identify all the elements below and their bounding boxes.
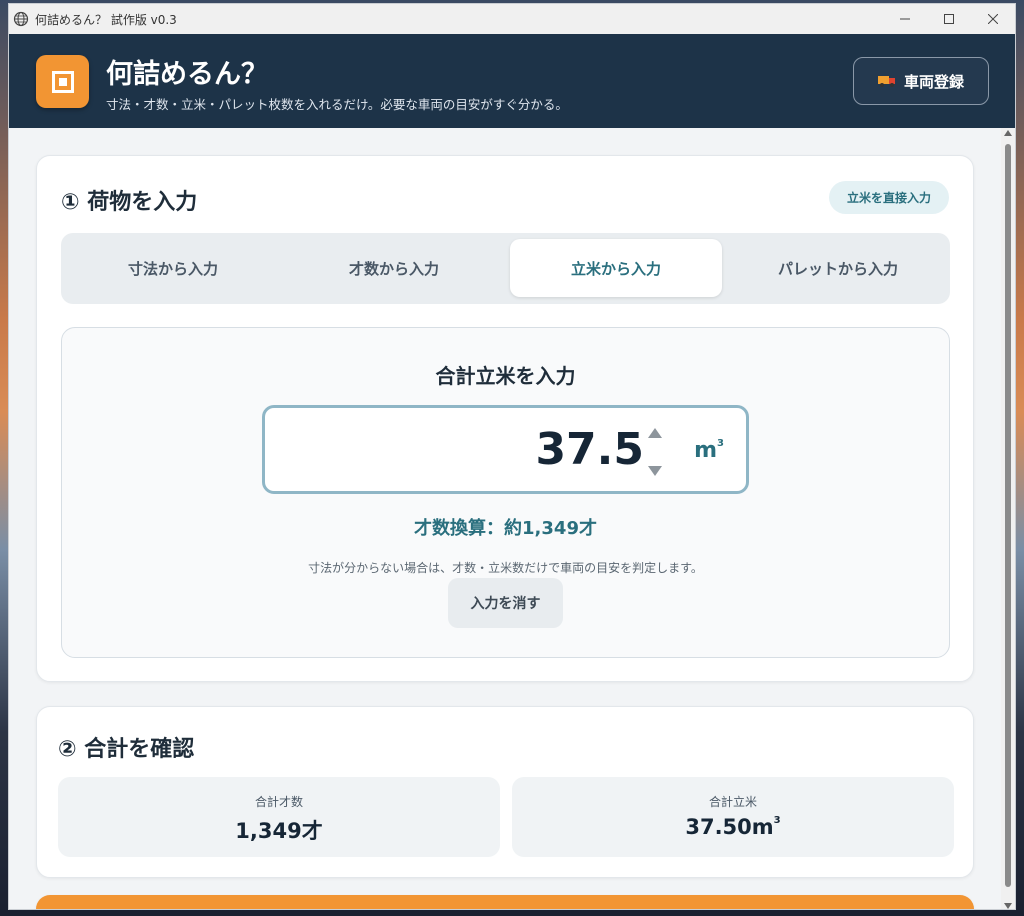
- main-content: ① 荷物を入力 立米を直接入力 寸法から入力 才数から入力 立米から入力 パレッ…: [9, 128, 1001, 909]
- total-sai-label: 合計才数: [254, 795, 303, 809]
- window-controls: [883, 4, 1015, 34]
- app-window: 何詰めるん？ 試作版 v0.3 何詰めるん？ 寸法・才数・立米・パレット枚数を入…: [8, 3, 1016, 910]
- tab-dimensions[interactable]: 寸法から入力: [67, 239, 279, 297]
- cargo-input-card: ① 荷物を入力 立米を直接入力 寸法から入力 才数から入力 立米から入力 パレッ…: [36, 155, 974, 682]
- truck-icon: [877, 75, 896, 87]
- app-header: 何詰めるん？ 寸法・才数・立米・パレット枚数を入れるだけ。必要な車両の目安がすぐ…: [9, 34, 1015, 128]
- vehicle-register-label: 車両登録: [903, 72, 964, 91]
- total-confirm-card: ② 合計を確認 合計才数 1,349才 合計立米 37.50m3: [36, 706, 974, 878]
- app-subtitle: 寸法・才数・立米・パレット枚数を入れるだけ。必要な車両の目安がすぐ分かる。: [106, 97, 568, 112]
- panel-title: 合計立米を入力: [435, 364, 576, 388]
- total-sai-box: 合計才数 1,349才: [58, 777, 500, 857]
- m3-input-panel: 合計立米を入力 37.5 m3 才数換算：約1,349才 寸法が分からない場合は…: [61, 327, 950, 658]
- vehicle-register-button[interactable]: 車両登録: [853, 57, 989, 105]
- section-title-total: ② 合計を確認: [58, 737, 195, 762]
- app-logo: [36, 55, 89, 108]
- maximize-button[interactable]: [927, 4, 971, 34]
- clear-input-button[interactable]: 入力を消す: [448, 578, 563, 628]
- window-title: 何詰めるん？ 試作版 v0.3: [35, 12, 177, 27]
- input-note: 寸法が分からない場合は、才数・立米数だけで車両の目安を判定します。: [308, 561, 703, 575]
- m3-input-value: 37.5: [535, 424, 644, 475]
- scrollbar-thumb[interactable]: [1005, 144, 1011, 887]
- total-sai-value: 1,349才: [235, 819, 323, 843]
- tab-pallet[interactable]: パレットから入力: [732, 239, 944, 297]
- sai-conversion: 才数換算：約1,349才: [414, 518, 597, 539]
- box-icon: [51, 70, 74, 93]
- direct-m3-button[interactable]: 立米を直接入力: [829, 181, 949, 214]
- input-mode-tabs: 寸法から入力 才数から入力 立米から入力 パレットから入力: [61, 233, 950, 304]
- tab-sai[interactable]: 才数から入力: [288, 239, 500, 297]
- tab-m3[interactable]: 立米から入力: [510, 239, 722, 297]
- title-bar: 何詰めるん？ 試作版 v0.3: [9, 4, 1015, 34]
- close-button[interactable]: [971, 4, 1015, 34]
- maximize-icon: [944, 14, 954, 24]
- total-m3-label: 合計立米: [708, 795, 757, 809]
- section-title-input: ① 荷物を入力: [61, 190, 198, 215]
- number-stepper[interactable]: [647, 428, 663, 476]
- total-m3-value: 37.50m3: [685, 815, 781, 839]
- m3-input[interactable]: 37.5 m3: [262, 405, 749, 494]
- result-card-partial: [36, 895, 974, 909]
- minimize-icon: [900, 18, 910, 20]
- total-m3-box: 合計立米 37.50m3: [512, 777, 954, 857]
- globe-icon: [13, 11, 29, 27]
- scroll-down-icon[interactable]: [1004, 903, 1012, 909]
- minimize-button[interactable]: [883, 4, 927, 34]
- app-title: 何詰めるん？: [106, 59, 268, 90]
- close-icon: [988, 14, 998, 24]
- stepper-down-icon[interactable]: [648, 466, 662, 476]
- vertical-scrollbar[interactable]: [1001, 128, 1015, 909]
- m3-unit: m3: [694, 438, 724, 463]
- stepper-up-icon[interactable]: [648, 428, 662, 438]
- scroll-up-icon[interactable]: [1004, 130, 1012, 136]
